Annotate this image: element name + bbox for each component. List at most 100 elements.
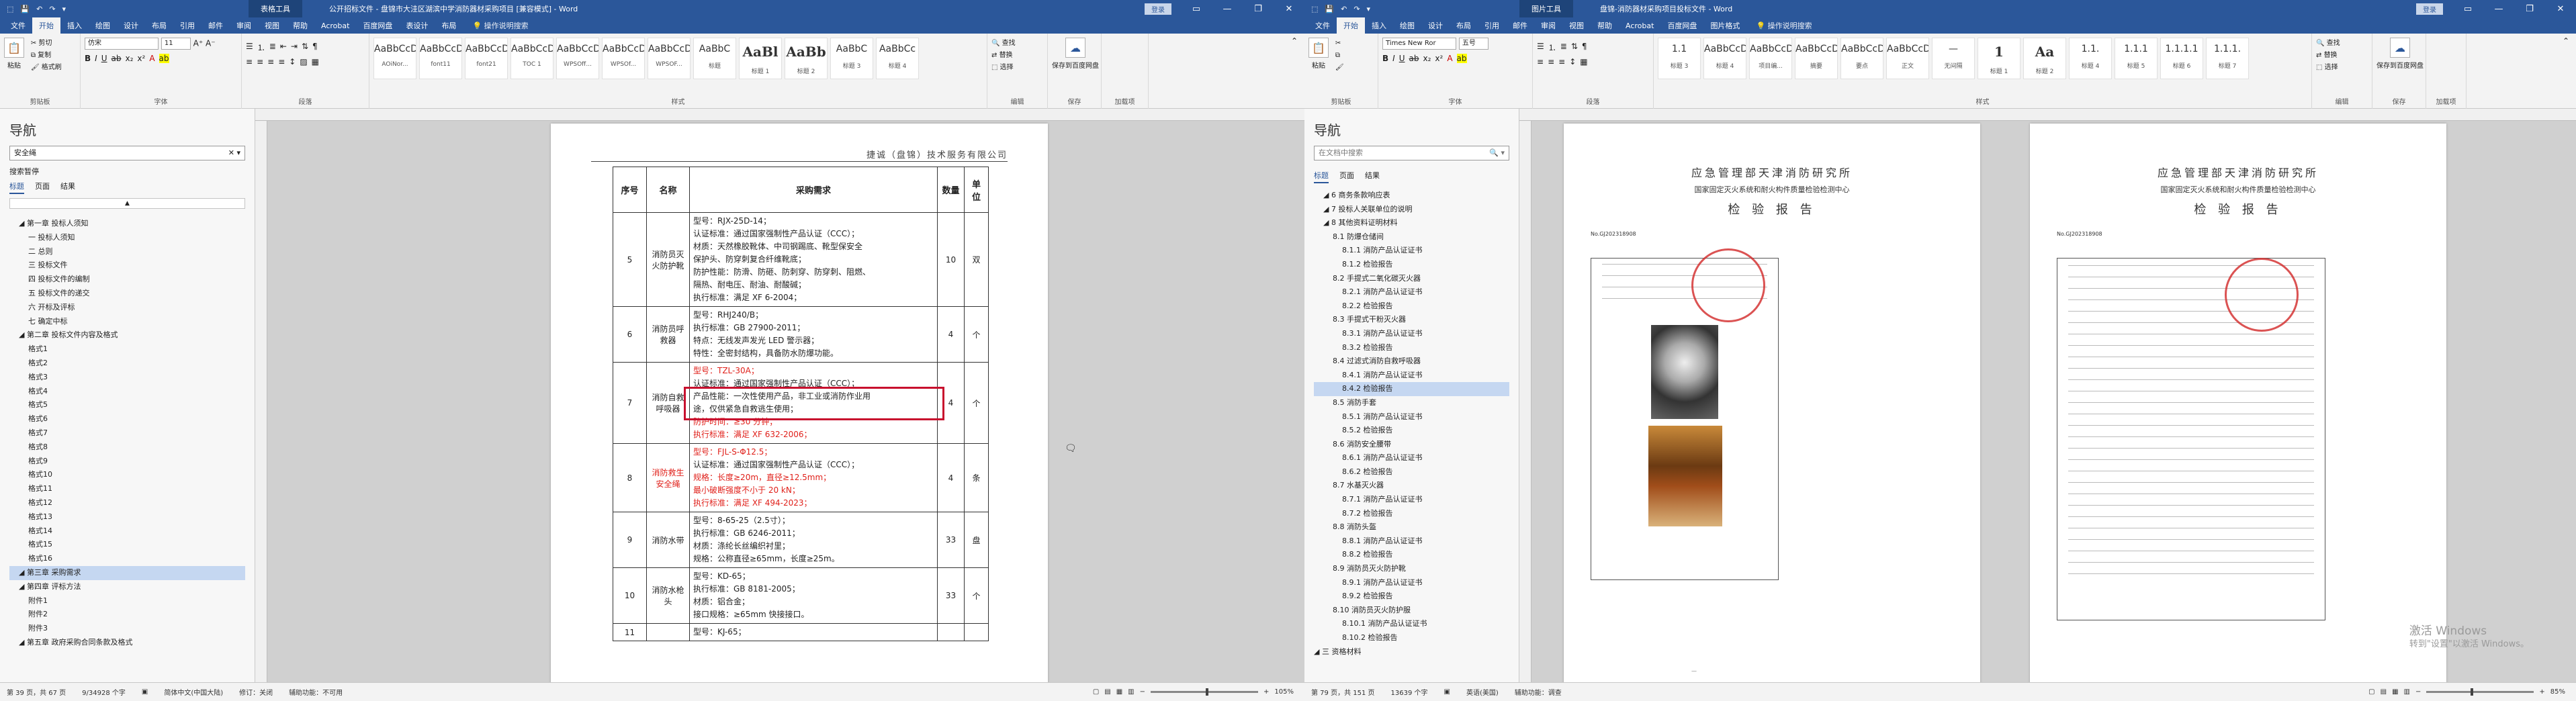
tab-table-design[interactable]: 表设计 [399, 17, 435, 34]
nav-heading-item[interactable]: ◢ 三 资格材料 [1314, 645, 1509, 659]
nav-heading-item[interactable]: 8.5 消防手套 [1314, 396, 1509, 410]
style-1[interactable]: AaBbCcDc 标题 4 [1703, 38, 1746, 79]
nav-heading-item[interactable]: 一 投标人须知 [9, 231, 245, 245]
nav-heading-item[interactable]: 格式9 [9, 455, 245, 469]
find-button[interactable]: 🔍 查找 [991, 38, 1043, 50]
nav-heading-item[interactable]: 8.5.2 检验报告 [1314, 424, 1509, 438]
line-spacing-icon[interactable]: ↕ [1569, 57, 1576, 66]
read-mode-icon[interactable]: ▤ [1104, 688, 1110, 696]
nav-tab-headings[interactable]: 标题 [1314, 170, 1329, 183]
tab-design[interactable]: 设计 [117, 17, 145, 34]
zoom-out-button[interactable]: − [2415, 688, 2421, 696]
font-size-box[interactable]: 11 [161, 38, 191, 50]
nav-heading-item[interactable]: 8.9 消防员灭火防护靴 [1314, 562, 1509, 576]
style-8[interactable]: AaBl 标题 1 [739, 38, 782, 79]
find-button[interactable]: 🔍 查找 [2316, 38, 2368, 50]
print-layout-icon[interactable]: ▦ [2392, 688, 2398, 696]
nav-heading-item[interactable]: 8.3 手提式干粉灭火器 [1314, 313, 1509, 327]
tab-file[interactable]: 文件 [1308, 17, 1337, 34]
nav-heading-item[interactable]: ◢ 6 商务条款响应表 [1314, 189, 1509, 203]
cell-no[interactable]: 7 [613, 362, 647, 444]
collapse-ribbon-icon[interactable]: ⌃ [1291, 36, 1298, 46]
customize-qat-icon[interactable]: ▾ [62, 5, 66, 13]
cell-qty[interactable] [937, 623, 965, 641]
nav-heading-item[interactable]: ◢ 第三章 采购需求 [9, 565, 245, 580]
tab-acrobat[interactable]: Acrobat [1619, 17, 1660, 34]
style-11[interactable]: 1.1.1.1 标题 6 [2160, 38, 2203, 79]
tab-references[interactable]: 引用 [173, 17, 202, 34]
cell-unit[interactable]: 个 [964, 567, 989, 624]
tab-home[interactable]: 开始 [1337, 17, 1365, 34]
align-right-icon[interactable]: ≡ [1558, 57, 1565, 66]
bold-button[interactable]: B [1382, 54, 1388, 63]
nav-heading-item[interactable]: 8.2.1 消防产品认证证书 [1314, 285, 1509, 299]
style-9[interactable]: 1.1. 标题 4 [2069, 38, 2112, 79]
cell-no[interactable]: 6 [613, 306, 647, 363]
cell-unit[interactable]: 个 [964, 306, 989, 363]
bold-button[interactable]: B [85, 54, 91, 63]
tab-view[interactable]: 视图 [1562, 17, 1591, 34]
style-4[interactable]: AaBbCcD 要点 [1840, 38, 1883, 79]
nav-heading-item[interactable]: ◢ 7 投标人关联单位的说明 [1314, 203, 1509, 217]
decrease-indent-icon[interactable]: ⇤ [280, 42, 287, 53]
align-center-icon[interactable]: ≡ [1548, 57, 1554, 66]
nav-heading-item[interactable]: 8.10.1 消防产品认证证书 [1314, 617, 1509, 631]
increase-indent-icon[interactable]: ⇥ [291, 42, 298, 53]
cell-unit[interactable] [964, 623, 989, 641]
tab-layout[interactable]: 布局 [1450, 17, 1478, 34]
font-size-box[interactable]: 五号 [1458, 38, 1489, 50]
accessibility-status[interactable]: 辅助功能：调查 [1515, 687, 1562, 697]
highlight-icon[interactable]: ab [1456, 54, 1467, 63]
tab-home[interactable]: 开始 [32, 17, 60, 34]
borders-icon[interactable]: ▦ [1580, 57, 1587, 66]
nav-heading-item[interactable]: 8.7.2 检验报告 [1314, 507, 1509, 521]
cell-name[interactable]: 消防员呼救器 [646, 306, 690, 363]
replace-button[interactable]: ⇄ 替换 [2316, 50, 2368, 62]
web-layout-icon[interactable]: ▥ [1128, 688, 1134, 696]
italic-button[interactable]: I [1392, 54, 1395, 63]
nav-heading-item[interactable]: 六 开标及评标 [9, 301, 245, 315]
align-center-icon[interactable]: ≡ [257, 57, 263, 66]
align-left-icon[interactable]: ≡ [246, 57, 253, 66]
search-icon[interactable]: 🔍 ▾ [1489, 146, 1505, 160]
horizontal-ruler[interactable] [255, 109, 1304, 121]
nav-heading-item[interactable]: 8.8.2 检验报告 [1314, 548, 1509, 562]
copy-icon[interactable]: ⧉ [1335, 50, 1344, 62]
nav-heading-item[interactable]: 格式15 [9, 538, 245, 552]
cell-qty[interactable]: 33 [937, 512, 965, 568]
format-painter-button[interactable]: 🖌 格式刷 [31, 62, 62, 74]
tab-baidu[interactable]: 百度网盘 [356, 17, 399, 34]
zoom-level[interactable]: 85% [2550, 688, 2565, 696]
nav-heading-item[interactable]: 8.3.1 消防产品认证证书 [1314, 327, 1509, 341]
nav-search-input[interactable]: 安全绳 ✕ ▾ [9, 146, 245, 160]
cell-requirements[interactable]: 型号：RHJ240/B； 执行标准：GB 27900-2011； 特点：无线发声发光… [689, 306, 938, 363]
expand-caret-icon[interactable]: ◢ [1314, 647, 1322, 656]
cell-unit[interactable]: 条 [964, 443, 989, 512]
borders-icon[interactable]: ▦ [312, 57, 319, 66]
zoom-slider[interactable] [2426, 688, 2534, 696]
style-0[interactable]: AaBbCcDd AOiNor... [373, 38, 416, 79]
nav-tab-headings[interactable]: 标题 [9, 181, 24, 194]
expand-caret-icon[interactable]: ◢ [19, 330, 27, 339]
nav-heading-item[interactable]: 四 投标文件的编制 [9, 273, 245, 287]
underline-button[interactable]: U [101, 54, 107, 63]
nav-heading-item[interactable]: 附件3 [9, 622, 245, 636]
tab-view[interactable]: 视图 [258, 17, 286, 34]
cell-no[interactable]: 10 [613, 567, 647, 624]
tab-insert[interactable]: 插入 [1365, 17, 1393, 34]
format-painter-icon[interactable]: 🖌 [1335, 62, 1344, 74]
expand-caret-icon[interactable]: ◢ [19, 568, 27, 577]
nav-heading-item[interactable]: 8.7.1 消防产品认证证书 [1314, 493, 1509, 507]
undo-icon[interactable]: ↶ [1341, 5, 1347, 13]
cell-no[interactable]: 11 [613, 623, 647, 641]
style-2[interactable]: AaBbCcD 项目编... [1749, 38, 1792, 79]
cell-qty[interactable]: 4 [937, 443, 965, 512]
right-sign-in-button[interactable]: 登录 [2416, 3, 2443, 15]
nav-heading-item[interactable]: 8.9.1 消防产品认证证书 [1314, 576, 1509, 590]
nav-heading-item[interactable]: ◢ 8 其他资料证明材料 [1314, 216, 1509, 230]
nav-heading-item[interactable]: 格式6 [9, 412, 245, 426]
subscript-button[interactable]: x₂ [125, 54, 133, 63]
zoom-level[interactable]: 105% [1274, 688, 1294, 696]
expand-caret-icon[interactable]: ◢ [1323, 218, 1331, 227]
underline-button[interactable]: U [1399, 54, 1405, 63]
